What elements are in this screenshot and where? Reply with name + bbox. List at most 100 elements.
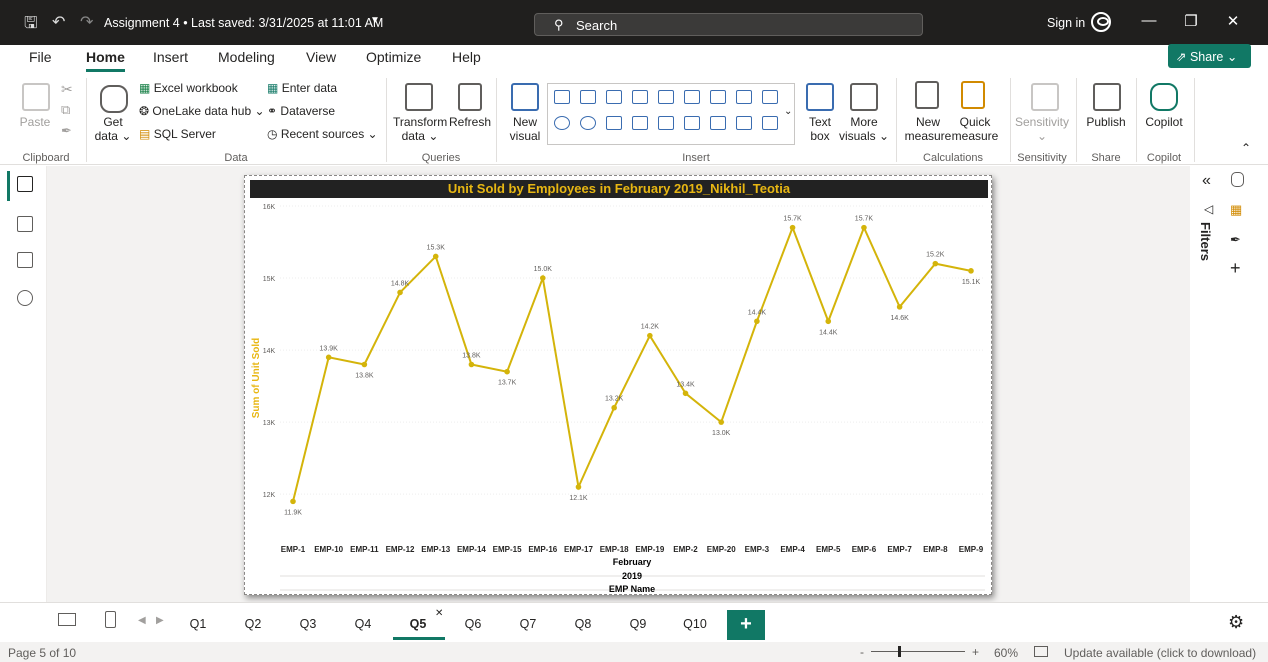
x-tick-label: EMP-15 bbox=[493, 545, 522, 554]
waterfall-icon[interactable] bbox=[762, 90, 778, 104]
paste-button[interactable]: Paste bbox=[18, 115, 52, 129]
card-icon[interactable] bbox=[684, 116, 700, 130]
restore-button[interactable]: ❐ bbox=[1181, 12, 1201, 30]
gallery-expand-icon[interactable]: ⌄ bbox=[784, 106, 792, 117]
visual-gallery[interactable]: ⌄ bbox=[547, 83, 795, 145]
chevron-down-icon[interactable]: ▼ bbox=[370, 15, 380, 26]
tab-insert[interactable]: Insert bbox=[153, 49, 188, 69]
visualizations-pane-icon[interactable]: ▦ bbox=[1230, 202, 1242, 218]
close-page-icon[interactable]: ✕ bbox=[435, 608, 443, 619]
line-chart-visual[interactable]: Unit Sold by Employees in February 2019_… bbox=[244, 175, 992, 595]
x-group-label-month: February bbox=[613, 557, 652, 567]
excel-workbook-button[interactable]: ▦ Excel workbook bbox=[139, 81, 238, 95]
data-label: 14.4K bbox=[819, 329, 838, 336]
area-chart-icon[interactable] bbox=[736, 90, 752, 104]
page-tab-q4[interactable]: Q4 bbox=[336, 617, 390, 631]
zoom-slider[interactable] bbox=[871, 651, 965, 652]
more-visuals-button[interactable]: More visuals ⌄ bbox=[838, 115, 890, 143]
map-icon[interactable] bbox=[632, 116, 648, 130]
gauge-icon[interactable] bbox=[658, 116, 674, 130]
text-box-button[interactable]: Text box bbox=[802, 115, 838, 143]
dax-query-view-icon[interactable] bbox=[17, 290, 33, 306]
data-pane-icon[interactable] bbox=[1231, 172, 1244, 187]
search-box[interactable]: ⚲ Search bbox=[534, 13, 923, 36]
minimize-button[interactable]: — bbox=[1139, 12, 1159, 29]
settings-icon[interactable]: ⚙ bbox=[1228, 612, 1244, 633]
treemap-icon[interactable] bbox=[606, 116, 622, 130]
donut-chart-icon[interactable] bbox=[580, 116, 596, 130]
page-tab-q7[interactable]: Q7 bbox=[501, 617, 555, 631]
filter-icon[interactable]: ◁ bbox=[1204, 202, 1213, 216]
onelake-data-hub-button[interactable]: ❂ OneLake data hub ⌄ bbox=[139, 104, 265, 118]
collapse-ribbon-icon[interactable]: ⌃ bbox=[1241, 141, 1251, 155]
document-title[interactable]: Assignment 4 • Last saved: 3/31/2025 at … bbox=[104, 16, 383, 30]
page-tab-q9[interactable]: Q9 bbox=[611, 617, 665, 631]
undo-icon[interactable]: ↶ bbox=[52, 12, 65, 32]
report-view-icon[interactable] bbox=[17, 176, 33, 192]
filters-pane-label[interactable]: Filters bbox=[1198, 222, 1213, 261]
recent-sources-button[interactable]: ◷ Recent sources ⌄ bbox=[267, 127, 378, 141]
mobile-layout-icon[interactable] bbox=[105, 611, 116, 628]
table-view-icon[interactable] bbox=[17, 216, 33, 232]
add-page-button[interactable]: + bbox=[727, 610, 765, 640]
collapse-panes-icon[interactable]: « bbox=[1202, 172, 1211, 190]
prev-page-icon[interactable]: ◀ bbox=[138, 615, 146, 626]
publish-button[interactable]: Publish bbox=[1080, 115, 1132, 129]
tab-help[interactable]: Help bbox=[452, 49, 481, 69]
copy-icon[interactable]: ⧉ bbox=[61, 103, 70, 117]
dataverse-button[interactable]: ⚭ Dataverse bbox=[267, 104, 335, 118]
cut-icon[interactable]: ✂ bbox=[61, 82, 73, 96]
clustered-column-icon[interactable] bbox=[632, 90, 648, 104]
transform-data-button[interactable]: Transform data ⌄ bbox=[393, 115, 447, 143]
fit-to-page-icon[interactable] bbox=[1034, 646, 1048, 657]
next-page-icon[interactable]: ▶ bbox=[156, 615, 164, 626]
sign-in-link[interactable]: Sign in bbox=[1047, 16, 1085, 30]
get-data-button[interactable]: Get data ⌄ bbox=[93, 115, 133, 143]
zoom-out-button[interactable]: - bbox=[860, 645, 864, 659]
line-chart-icon[interactable] bbox=[710, 90, 726, 104]
sensitivity-button[interactable]: Sensitivity ⌄ bbox=[1012, 115, 1072, 143]
redo-icon[interactable]: ↷ bbox=[80, 12, 93, 32]
save-icon[interactable]: 🖫 bbox=[24, 12, 38, 39]
desktop-layout-icon[interactable] bbox=[58, 613, 76, 626]
page-tab-q3[interactable]: Q3 bbox=[281, 617, 335, 631]
copilot-button[interactable]: Copilot bbox=[1138, 115, 1190, 129]
table-visual-icon[interactable] bbox=[736, 116, 752, 130]
new-visual-button[interactable]: New visual bbox=[505, 115, 545, 143]
tab-optimize[interactable]: Optimize bbox=[366, 49, 421, 69]
pie-chart-icon[interactable] bbox=[554, 116, 570, 130]
page-tab-q8[interactable]: Q8 bbox=[556, 617, 610, 631]
sql-server-button[interactable]: ▤ SQL Server bbox=[139, 127, 216, 141]
zoom-slider-thumb[interactable] bbox=[898, 646, 901, 657]
page-tab-q1[interactable]: Q1 bbox=[171, 617, 225, 631]
tab-view[interactable]: View bbox=[306, 49, 336, 69]
clustered-bar-icon[interactable] bbox=[606, 90, 622, 104]
enter-data-button[interactable]: ▦ Enter data bbox=[267, 81, 337, 95]
update-available-link[interactable]: Update available (click to download) bbox=[1064, 646, 1256, 660]
report-canvas[interactable]: Unit Sold by Employees in February 2019_… bbox=[47, 166, 1190, 602]
zoom-in-button[interactable]: + bbox=[972, 645, 979, 659]
new-measure-button[interactable]: New measure bbox=[903, 115, 953, 143]
quick-measure-button[interactable]: Quick measure bbox=[950, 115, 1000, 143]
tab-home[interactable]: Home bbox=[86, 49, 125, 72]
page-tab-q5[interactable]: Q5 bbox=[391, 617, 445, 631]
refresh-button[interactable]: Refresh bbox=[449, 115, 491, 129]
stacked-bar-100-icon[interactable] bbox=[658, 90, 674, 104]
page-tab-q10[interactable]: Q10 bbox=[668, 617, 722, 631]
close-button[interactable]: ✕ bbox=[1223, 12, 1243, 30]
stacked-bar-icon[interactable] bbox=[554, 90, 570, 104]
share-button[interactable]: ⇗ Share ⌄ bbox=[1168, 44, 1251, 68]
kpi-icon[interactable] bbox=[710, 116, 726, 130]
tab-modeling[interactable]: Modeling bbox=[218, 49, 275, 69]
tab-file[interactable]: File bbox=[29, 49, 52, 69]
format-pane-icon[interactable]: ✒ bbox=[1230, 232, 1241, 248]
add-pane-icon[interactable]: + bbox=[1230, 258, 1241, 279]
format-painter-icon[interactable]: ✒ bbox=[61, 124, 72, 138]
matrix-icon[interactable] bbox=[762, 116, 778, 130]
model-view-icon[interactable] bbox=[17, 252, 33, 268]
account-icon[interactable] bbox=[1091, 12, 1111, 32]
page-tab-q2[interactable]: Q2 bbox=[226, 617, 280, 631]
stacked-column-icon[interactable] bbox=[580, 90, 596, 104]
stacked-column-100-icon[interactable] bbox=[684, 90, 700, 104]
page-tab-q6[interactable]: Q6 bbox=[446, 617, 500, 631]
